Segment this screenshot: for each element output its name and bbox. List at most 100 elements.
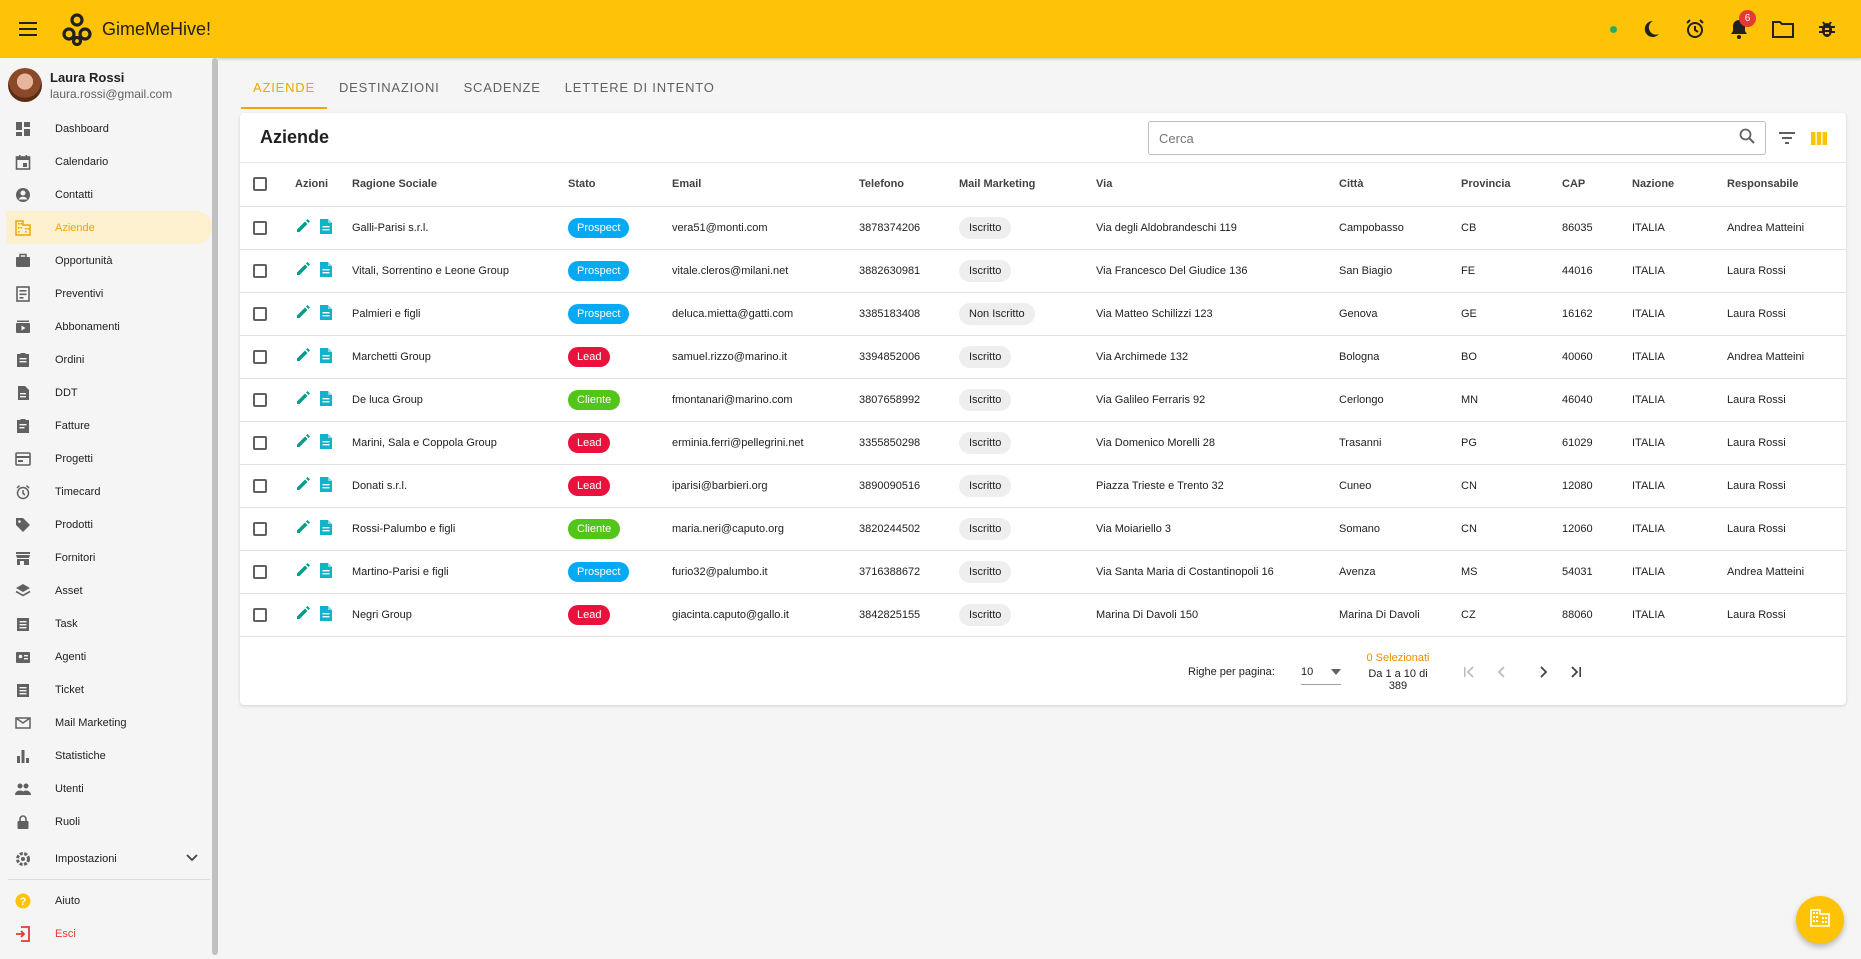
search-input[interactable] — [1159, 130, 1739, 146]
menu-icon[interactable] — [0, 0, 58, 58]
sidebar-item-task[interactable]: Task — [0, 607, 218, 640]
sidebar-item-fatture[interactable]: Fatture — [0, 409, 218, 442]
sidebar-item-asset[interactable]: Asset — [0, 574, 218, 607]
sidebar-item-ddt[interactable]: DDT — [0, 376, 218, 409]
row-checkbox[interactable] — [253, 607, 267, 622]
row-checkbox[interactable] — [253, 435, 267, 450]
tab-aziende[interactable]: AZIENDE — [241, 70, 327, 109]
user-profile[interactable]: Laura Rossi laura.rossi@gmail.com — [0, 58, 218, 112]
column-header[interactable]: Via — [1096, 163, 1339, 207]
columns-icon[interactable] — [1807, 126, 1831, 150]
dark-mode-icon[interactable] — [1629, 7, 1673, 51]
sidebar-item-prodotti[interactable]: Prodotti — [0, 508, 218, 541]
sidebar-item-ruoli[interactable]: Ruoli — [0, 805, 218, 838]
table-row[interactable]: Marchetti Group Lead samuel.rizzo@marino.i… — [240, 335, 1846, 379]
sidebar-item-opportunit[interactable]: Opportunità — [0, 244, 218, 277]
rows-per-page-select[interactable]: 10 — [1301, 659, 1341, 685]
table-row[interactable]: Rossi-Palumbo e figli Cliente maria.neri@c… — [240, 507, 1846, 551]
sidebar-item-timecard[interactable]: Timecard — [0, 475, 218, 508]
sidebar-item-mail-marketing[interactable]: Mail Marketing — [0, 706, 218, 739]
row-checkbox[interactable] — [253, 349, 267, 364]
table-row[interactable]: Palmieri e figli Prospect deluca.mietta@ga… — [240, 292, 1846, 336]
tab-destinazioni[interactable]: DESTINAZIONI — [327, 70, 452, 109]
column-header[interactable]: Ragione Sociale — [352, 163, 568, 207]
edit-icon[interactable] — [295, 519, 311, 535]
sidebar-item-agenti[interactable]: Agenti — [0, 640, 218, 673]
sidebar-item-contatti[interactable]: Contatti — [0, 178, 218, 211]
column-header[interactable]: Responsabile — [1727, 163, 1846, 207]
first-page-icon[interactable] — [1455, 658, 1483, 686]
document-icon[interactable] — [319, 261, 333, 278]
edit-icon[interactable] — [295, 476, 311, 492]
sidebar-item-utenti[interactable]: Utenti — [0, 772, 218, 805]
select-all-checkbox[interactable] — [253, 177, 267, 192]
document-icon[interactable] — [319, 347, 333, 364]
edit-icon[interactable] — [295, 390, 311, 406]
row-checkbox[interactable] — [253, 306, 267, 321]
table-row[interactable]: De luca Group Cliente fmontanari@marino.co… — [240, 378, 1846, 422]
column-header[interactable]: Mail Marketing — [959, 163, 1096, 207]
table-row[interactable]: Vitali, Sorrentino e Leone Group Prospect… — [240, 249, 1846, 293]
document-icon[interactable] — [319, 562, 333, 579]
edit-icon[interactable] — [295, 562, 311, 578]
filter-icon[interactable] — [1775, 126, 1799, 150]
last-page-icon[interactable] — [1562, 658, 1590, 686]
row-checkbox[interactable] — [253, 392, 267, 407]
alarm-icon[interactable] — [1673, 7, 1717, 51]
bug-icon[interactable] — [1805, 7, 1849, 51]
table-row[interactable]: Galli-Parisi s.r.l. Prospect vera51@monti.… — [240, 206, 1846, 250]
search-icon[interactable] — [1739, 128, 1755, 149]
tab-lettere-di-intento[interactable]: LETTERE DI INTENTO — [553, 70, 727, 109]
notifications-icon[interactable]: 6 — [1717, 7, 1761, 51]
sidebar-scrollbar[interactable] — [212, 58, 218, 955]
table-row[interactable]: Donati s.r.l. Lead iparisi@barbieri.org 389… — [240, 464, 1846, 508]
table-row[interactable]: Marini, Sala e Coppola Group Lead erminia.… — [240, 421, 1846, 465]
sidebar-item-dashboard[interactable]: Dashboard — [0, 112, 218, 145]
folder-icon[interactable] — [1761, 7, 1805, 51]
sidebar-item-progetti[interactable]: Progetti — [0, 442, 218, 475]
document-icon[interactable] — [319, 304, 333, 321]
sidebar-item-preventivi[interactable]: Preventivi — [0, 277, 218, 310]
row-checkbox[interactable] — [253, 521, 267, 536]
add-company-fab[interactable] — [1796, 896, 1844, 944]
sidebar-item-abbonamenti[interactable]: Abbonamenti — [0, 310, 218, 343]
tab-scadenze[interactable]: SCADENZE — [452, 70, 553, 109]
column-header[interactable]: Telefono — [859, 163, 959, 207]
row-checkbox[interactable] — [253, 220, 267, 235]
sidebar-item-calendario[interactable]: Calendario — [0, 145, 218, 178]
row-checkbox[interactable] — [253, 478, 267, 493]
sidebar-item-ticket[interactable]: Ticket — [0, 673, 218, 706]
table-row[interactable]: Negri Group Lead giacinta.caputo@gallo.it 3… — [240, 593, 1846, 637]
edit-icon[interactable] — [295, 433, 311, 449]
sidebar-item-ordini[interactable]: Ordini — [0, 343, 218, 376]
column-header[interactable]: Nazione — [1632, 163, 1727, 207]
next-page-icon[interactable] — [1530, 658, 1558, 686]
document-icon[interactable] — [319, 390, 333, 407]
sidebar-item-statistiche[interactable]: Statistiche — [0, 739, 218, 772]
document-icon[interactable] — [319, 218, 333, 235]
sidebar-item-fornitori[interactable]: Fornitori — [0, 541, 218, 574]
chevron-down-icon[interactable] — [186, 853, 198, 865]
edit-icon[interactable] — [295, 347, 311, 363]
previous-page-icon[interactable] — [1487, 658, 1515, 686]
row-checkbox[interactable] — [253, 564, 267, 579]
edit-icon[interactable] — [295, 605, 311, 621]
edit-icon[interactable] — [295, 304, 311, 320]
document-icon[interactable] — [319, 433, 333, 450]
sidebar-item-esci[interactable]: Esci — [0, 917, 218, 950]
column-header[interactable]: Città — [1339, 163, 1461, 207]
column-header[interactable]: Email — [672, 163, 859, 207]
table-row[interactable]: Martino-Parisi e figli Prospect furio32@pa… — [240, 550, 1846, 594]
column-header[interactable]: Stato — [568, 163, 672, 207]
document-icon[interactable] — [319, 476, 333, 493]
row-checkbox[interactable] — [253, 263, 267, 278]
edit-icon[interactable] — [295, 261, 311, 277]
sidebar-item-aiuto[interactable]: ? Aiuto — [0, 884, 218, 917]
sidebar-item-impostazioni[interactable]: Impostazioni — [0, 842, 218, 875]
column-header[interactable]: Provincia — [1461, 163, 1562, 207]
sidebar-item-aziende[interactable]: Aziende — [6, 211, 212, 244]
document-icon[interactable] — [319, 605, 333, 622]
document-icon[interactable] — [319, 519, 333, 536]
edit-icon[interactable] — [295, 218, 311, 234]
column-header[interactable]: CAP — [1562, 163, 1632, 207]
